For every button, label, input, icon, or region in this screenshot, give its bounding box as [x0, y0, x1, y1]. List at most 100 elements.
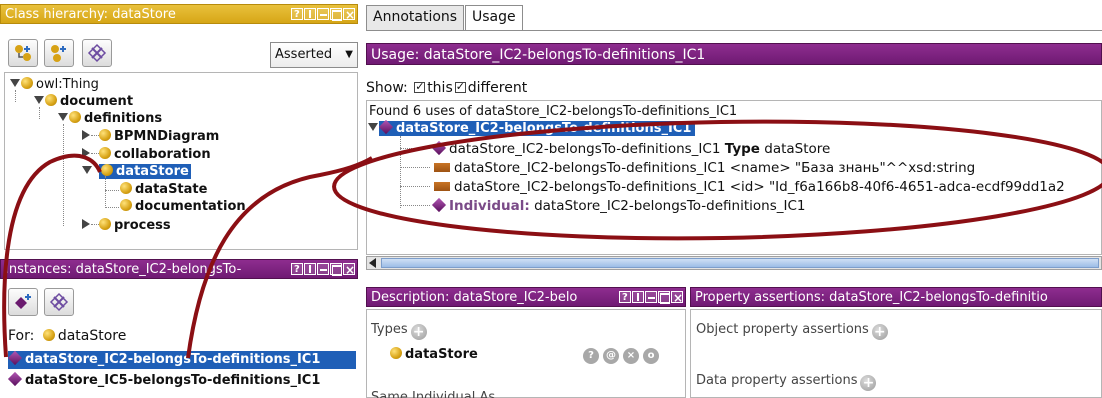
description-titlebar: Description: dataStore_IC2-belo	[366, 287, 686, 307]
help-icon[interactable]: ?	[583, 348, 599, 364]
add-subclass-icon	[15, 45, 31, 61]
class-icon	[99, 218, 111, 230]
delete-individual-button[interactable]	[44, 288, 74, 316]
minimize-icon[interactable]	[317, 263, 329, 275]
individual-icon	[431, 197, 447, 213]
show-different-checkbox[interactable]	[454, 79, 466, 95]
tree-node-label: owl:Thing	[36, 77, 99, 92]
class-hierarchy-title: Class hierarchy: dataStore	[5, 7, 176, 22]
split-icon[interactable]	[304, 263, 316, 275]
type-entry[interactable]: dataStore	[390, 347, 478, 363]
add-type-icon[interactable]: +	[410, 324, 427, 340]
maximize-icon[interactable]	[658, 291, 670, 304]
usage-row-value: <id> "Id_f6a166b8-40f6-4651-adca-ecdf99d…	[729, 179, 1065, 195]
individual-icon	[431, 140, 447, 156]
usage-title: Usage: dataStore_IC2-belongsTo-definitio…	[371, 47, 706, 63]
types-section: Types +	[371, 322, 427, 340]
window-controls	[291, 260, 355, 278]
type-entry-label: dataStore	[405, 347, 478, 362]
class-icon	[120, 182, 132, 194]
minimize-icon[interactable]	[645, 291, 657, 303]
help-icon[interactable]	[291, 260, 303, 278]
class-icon	[99, 147, 111, 159]
class-hierarchy-titlebar: Class hierarchy: dataStore	[0, 4, 358, 24]
delete-class-button[interactable]	[82, 39, 112, 67]
scroll-left-arrow[interactable]	[369, 258, 376, 268]
show-label: Show:	[366, 80, 408, 96]
tree-node-datastore[interactable]: dataStore	[82, 164, 191, 180]
tab-annotations[interactable]: Annotations	[366, 5, 465, 30]
class-icon	[69, 111, 81, 123]
help-icon[interactable]	[291, 5, 303, 23]
for-class: dataStore	[57, 328, 127, 344]
chevron-down-icon: ▼	[345, 49, 353, 60]
expand-icon[interactable]	[58, 113, 68, 121]
delete-icon	[87, 43, 107, 63]
usage-row-id[interactable]: dataStore_IC2-belongsTo-definitions_IC1 …	[434, 179, 1065, 195]
add-object-property-icon[interactable]: +	[871, 324, 888, 340]
minimize-icon[interactable]	[317, 8, 329, 20]
property-assertions-titlebar: Property assertions: dataStore_IC2-belon…	[690, 287, 1102, 307]
collapse-icon[interactable]	[82, 219, 90, 229]
expand-icon[interactable]	[10, 79, 20, 87]
types-label: Types	[371, 322, 408, 337]
add-sibling-button[interactable]	[44, 39, 74, 67]
maximize-icon[interactable]	[330, 263, 342, 276]
class-icon	[45, 94, 57, 106]
add-data-property-icon[interactable]: +	[860, 375, 877, 391]
usage-row-subject: dataStore_IC2-belongsTo-definitions_IC1	[454, 179, 726, 195]
usage-root-node[interactable]: dataStore_IC2-belongsTo-definitions_IC1	[368, 119, 696, 137]
show-this-checkbox[interactable]	[414, 79, 426, 95]
usage-row-subject: dataStore_IC2-belongsTo-definitions_IC1	[454, 160, 726, 176]
split-icon[interactable]	[632, 291, 644, 303]
add-subclass-button[interactable]	[8, 39, 38, 67]
usage-row-individual[interactable]: Individual: dataStore_IC2-belongsTo-defi…	[431, 197, 806, 214]
description-title: Description: dataStore_IC2-belo	[371, 290, 578, 305]
tree-node-label: process	[114, 218, 171, 233]
annotate-icon[interactable]: @	[603, 348, 619, 364]
help-icon[interactable]	[619, 288, 631, 306]
data-property-icon	[434, 182, 450, 191]
add-individual-button[interactable]	[8, 288, 38, 316]
expand-icon[interactable]	[34, 96, 44, 104]
tab-usage[interactable]: Usage	[465, 5, 523, 30]
usage-row-value: dataStore_IC2-belongsTo-definitions_IC1	[534, 198, 806, 214]
close-icon[interactable]	[343, 260, 355, 278]
instance-item[interactable]: dataStore_IC2-belongsTo-definitions_IC1	[7, 350, 356, 369]
split-icon[interactable]	[304, 8, 316, 20]
window-controls	[619, 288, 683, 306]
class-icon	[42, 329, 55, 341]
tree-node-datastate[interactable]: dataState	[120, 182, 207, 198]
collapse-icon[interactable]	[82, 130, 90, 140]
usage-row-name[interactable]: dataStore_IC2-belongsTo-definitions_IC1 …	[434, 160, 975, 176]
hierarchy-mode-select[interactable]: Asserted ▼	[270, 42, 358, 68]
usage-titlebar: Usage: dataStore_IC2-belongsTo-definitio…	[366, 43, 1102, 65]
edit-icon[interactable]: o	[643, 348, 659, 364]
collapse-icon[interactable]	[82, 148, 90, 158]
expand-icon[interactable]	[82, 166, 92, 174]
scrollbar-thumb[interactable]	[381, 258, 1099, 268]
close-icon[interactable]	[671, 288, 683, 306]
tree-node-collaboration[interactable]: collaboration	[82, 147, 211, 163]
object-property-label: Object property assertions	[696, 322, 869, 337]
individual-icon	[7, 350, 23, 366]
window-controls	[291, 5, 355, 23]
tree-node-owl-thing[interactable]: owl:Thing	[10, 77, 99, 93]
tree-node-documentation[interactable]: documentation	[120, 199, 246, 215]
tree-node-definitions[interactable]: definitions	[58, 111, 162, 127]
usage-horizontal-scrollbar[interactable]	[366, 256, 1102, 270]
tree-node-label: collaboration	[114, 147, 211, 162]
tree-node-label: document	[60, 94, 134, 109]
tree-node-bpmndiagram[interactable]: BPMNDiagram	[82, 129, 219, 145]
expand-icon[interactable]	[368, 123, 378, 131]
usage-row-subject: dataStore_IC2-belongsTo-definitions_IC1	[449, 141, 721, 157]
instance-item[interactable]: dataStore_IC5-belongsTo-definitions_IC1	[7, 371, 320, 389]
instances-titlebar: Instances: dataStore_IC2-belongsTo-	[0, 259, 358, 279]
usage-row-type[interactable]: dataStore_IC2-belongsTo-definitions_IC1 …	[431, 140, 830, 157]
close-icon[interactable]	[343, 5, 355, 23]
maximize-icon[interactable]	[330, 8, 342, 21]
tree-node-process[interactable]: process	[82, 218, 171, 234]
tree-node-label: dataStore	[116, 164, 189, 179]
tree-node-document[interactable]: document	[34, 94, 133, 110]
delete-icon[interactable]: ×	[623, 348, 639, 364]
